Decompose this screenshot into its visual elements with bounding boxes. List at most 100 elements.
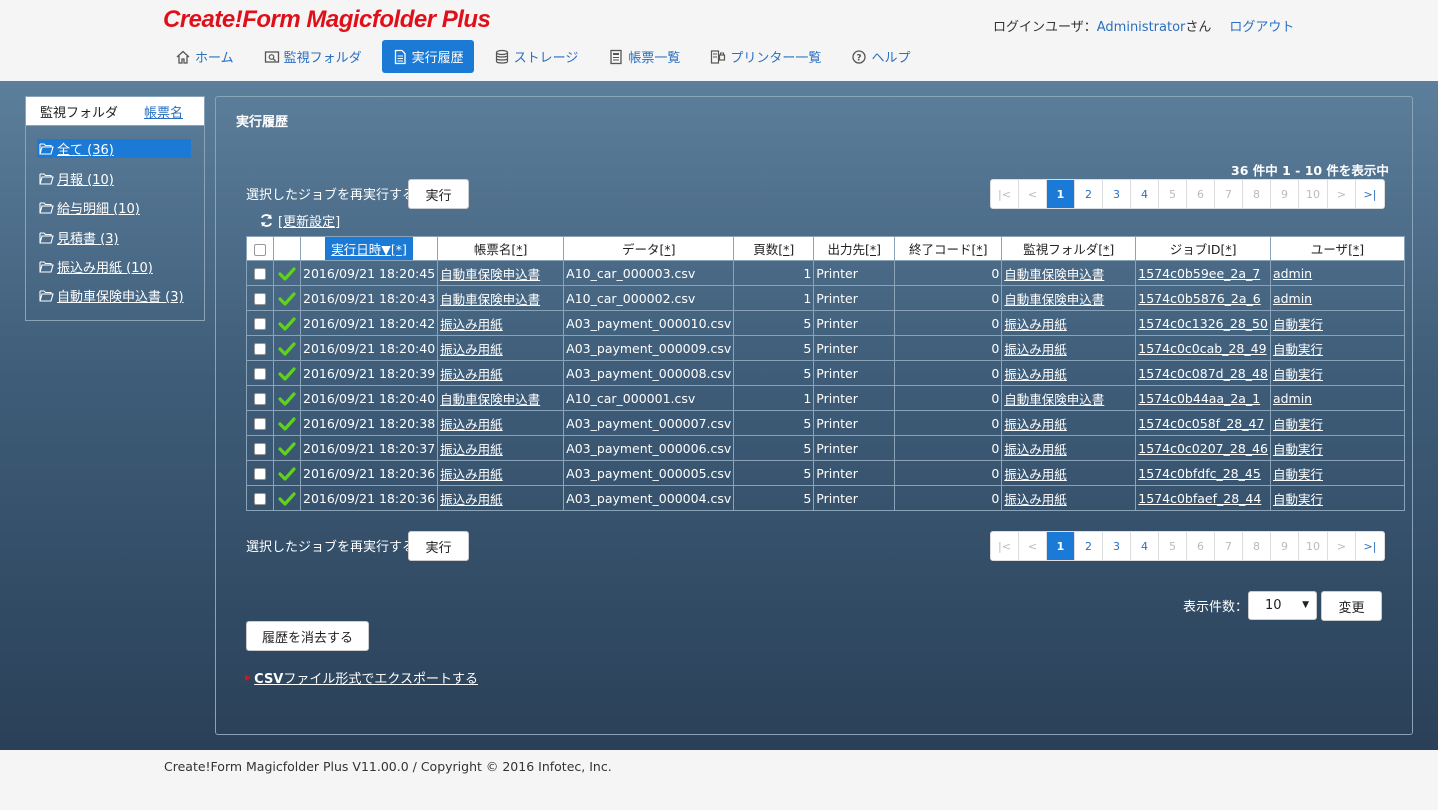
cell-jobid[interactable]: 1574c0c1326_28_50 xyxy=(1135,310,1271,336)
folder-link[interactable]: 振込み用紙 xyxy=(1004,417,1067,432)
cell-user[interactable]: 自動実行 xyxy=(1269,410,1405,436)
display-count-select[interactable]: 10 ▼ xyxy=(1248,591,1317,620)
cell-jobid[interactable]: 1574c0b59ee_2a_7 xyxy=(1135,260,1271,286)
page-button[interactable]: 9 xyxy=(1271,180,1299,208)
jobid-link[interactable]: 1574c0c087d_28_48 xyxy=(1138,366,1268,381)
form-link[interactable]: 振込み用紙 xyxy=(440,317,503,332)
cell-form[interactable]: 振込み用紙 xyxy=(437,410,565,436)
form-link[interactable]: 振込み用紙 xyxy=(440,367,503,382)
page-button[interactable]: |< xyxy=(991,180,1019,208)
page-button[interactable]: 5 xyxy=(1159,532,1187,560)
user-link[interactable]: 自動実行 xyxy=(1273,342,1323,357)
folder-link[interactable]: 振込み用紙 xyxy=(1004,342,1067,357)
cell-user[interactable]: admin xyxy=(1269,260,1405,286)
cell-user[interactable]: 自動実行 xyxy=(1269,310,1405,336)
cell-jobid[interactable]: 1574c0bfaef_28_44 xyxy=(1135,485,1271,511)
page-button[interactable]: |< xyxy=(991,532,1019,560)
header-datetime[interactable]: 実行日時▼[*] xyxy=(299,236,439,261)
cell-form[interactable]: 自動車保険申込書 xyxy=(437,385,565,411)
folder-item-monthly[interactable]: 月報 (10) xyxy=(37,169,191,188)
export-csv-link[interactable]: ▶ CSVファイル形式でエクスポートする xyxy=(245,668,478,687)
cell-form[interactable]: 振込み用紙 xyxy=(437,460,565,486)
folder-item-all[interactable]: 全て (36) xyxy=(37,139,191,158)
jobid-link[interactable]: 1574c0c058f_28_47 xyxy=(1138,416,1264,431)
row-checkbox[interactable] xyxy=(254,468,266,480)
folder-link[interactable]: 振込み用紙 xyxy=(1004,317,1067,332)
page-button[interactable]: 7 xyxy=(1215,180,1243,208)
folder-item-payslip[interactable]: 給与明細 (10) xyxy=(37,198,191,217)
username-link[interactable]: Administrator xyxy=(1097,20,1186,35)
user-link[interactable]: 自動実行 xyxy=(1273,492,1323,507)
cell-user[interactable]: 自動実行 xyxy=(1269,485,1405,511)
page-button[interactable]: 8 xyxy=(1243,532,1271,560)
page-button[interactable]: < xyxy=(1019,532,1047,560)
user-link[interactable]: 自動実行 xyxy=(1273,367,1323,382)
cell-jobid[interactable]: 1574c0c058f_28_47 xyxy=(1135,410,1271,436)
form-link[interactable]: 自動車保険申込書 xyxy=(440,392,540,407)
header-pages[interactable]: 頁数[*] xyxy=(733,236,815,261)
page-button[interactable]: 6 xyxy=(1187,180,1215,208)
page-button[interactable]: 2 xyxy=(1075,532,1103,560)
clear-history-button[interactable]: 履歴を消去する xyxy=(246,621,369,651)
folder-link[interactable]: 自動車保険申込書 xyxy=(1004,292,1104,307)
cell-form[interactable]: 振込み用紙 xyxy=(437,360,565,386)
cell-jobid[interactable]: 1574c0bfdfc_28_45 xyxy=(1135,460,1271,486)
header-user[interactable]: ユーザ[*] xyxy=(1269,236,1405,261)
folder-item-estimate[interactable]: 見積書 (3) xyxy=(37,228,191,247)
user-link[interactable]: 自動実行 xyxy=(1273,317,1323,332)
cell-folder[interactable]: 自動車保険申込書 xyxy=(1001,385,1137,411)
folder-link[interactable]: 自動車保険申込書 xyxy=(1004,392,1104,407)
user-link[interactable]: admin xyxy=(1273,266,1312,281)
page-button[interactable]: 4 xyxy=(1131,180,1159,208)
header-output[interactable]: 出力先[*] xyxy=(813,236,896,261)
row-checkbox[interactable] xyxy=(254,493,266,505)
page-button[interactable]: 10 xyxy=(1299,180,1328,208)
header-data[interactable]: データ[*] xyxy=(563,236,735,261)
cell-folder[interactable]: 自動車保険申込書 xyxy=(1001,260,1137,286)
page-button[interactable]: 5 xyxy=(1159,180,1187,208)
cell-folder[interactable]: 振込み用紙 xyxy=(1001,485,1137,511)
run-button-top[interactable]: 実行 xyxy=(408,179,469,209)
folder-link[interactable]: 振込み用紙 xyxy=(1004,442,1067,457)
form-link[interactable]: 振込み用紙 xyxy=(440,467,503,482)
nav-home[interactable]: ホーム xyxy=(165,40,244,73)
row-checkbox[interactable] xyxy=(254,318,266,330)
folder-item-car-insurance[interactable]: 自動車保険申込書 (3) xyxy=(37,286,197,305)
form-link[interactable]: 振込み用紙 xyxy=(440,342,503,357)
cell-folder[interactable]: 振込み用紙 xyxy=(1001,410,1137,436)
cell-form[interactable]: 振込み用紙 xyxy=(437,310,565,336)
cell-folder[interactable]: 振込み用紙 xyxy=(1001,360,1137,386)
folder-link[interactable]: 振込み用紙 xyxy=(1004,367,1067,382)
cell-user[interactable]: 自動実行 xyxy=(1269,460,1405,486)
cell-user[interactable]: 自動実行 xyxy=(1269,335,1405,361)
cell-user[interactable]: admin xyxy=(1269,285,1405,311)
folder-item-transfer[interactable]: 振込み用紙 (10) xyxy=(37,257,191,276)
header-jobid[interactable]: ジョブID[*] xyxy=(1135,236,1271,261)
row-checkbox[interactable] xyxy=(254,393,266,405)
page-button[interactable]: 1 xyxy=(1047,532,1075,560)
row-checkbox[interactable] xyxy=(254,368,266,380)
jobid-link[interactable]: 1574c0c0207_28_46 xyxy=(1138,441,1268,456)
nav-printer-list[interactable]: プリンター一覧 xyxy=(700,40,831,73)
page-button[interactable]: > xyxy=(1328,532,1356,560)
select-all-header[interactable] xyxy=(246,236,274,261)
cell-jobid[interactable]: 1574c0b5876_2a_6 xyxy=(1135,285,1271,311)
jobid-link[interactable]: 1574c0bfdfc_28_45 xyxy=(1138,466,1261,481)
user-link[interactable]: admin xyxy=(1273,291,1312,306)
page-button[interactable]: >| xyxy=(1356,532,1384,560)
run-button-bottom[interactable]: 実行 xyxy=(408,531,469,561)
change-button[interactable]: 変更 xyxy=(1321,591,1382,621)
row-checkbox[interactable] xyxy=(254,343,266,355)
folder-link[interactable]: 自動車保険申込書 xyxy=(1004,267,1104,282)
row-checkbox[interactable] xyxy=(254,268,266,280)
page-button[interactable]: 3 xyxy=(1103,532,1131,560)
cell-folder[interactable]: 振込み用紙 xyxy=(1001,435,1137,461)
page-button[interactable]: 1 xyxy=(1047,180,1075,208)
jobid-link[interactable]: 1574c0b5876_2a_6 xyxy=(1138,291,1260,306)
user-link[interactable]: 自動実行 xyxy=(1273,442,1323,457)
cell-folder[interactable]: 振込み用紙 xyxy=(1001,335,1137,361)
cell-form[interactable]: 自動車保険申込書 xyxy=(437,260,565,286)
cell-jobid[interactable]: 1574c0c087d_28_48 xyxy=(1135,360,1271,386)
user-link[interactable]: admin xyxy=(1273,391,1312,406)
jobid-link[interactable]: 1574c0c0cab_28_49 xyxy=(1138,341,1266,356)
